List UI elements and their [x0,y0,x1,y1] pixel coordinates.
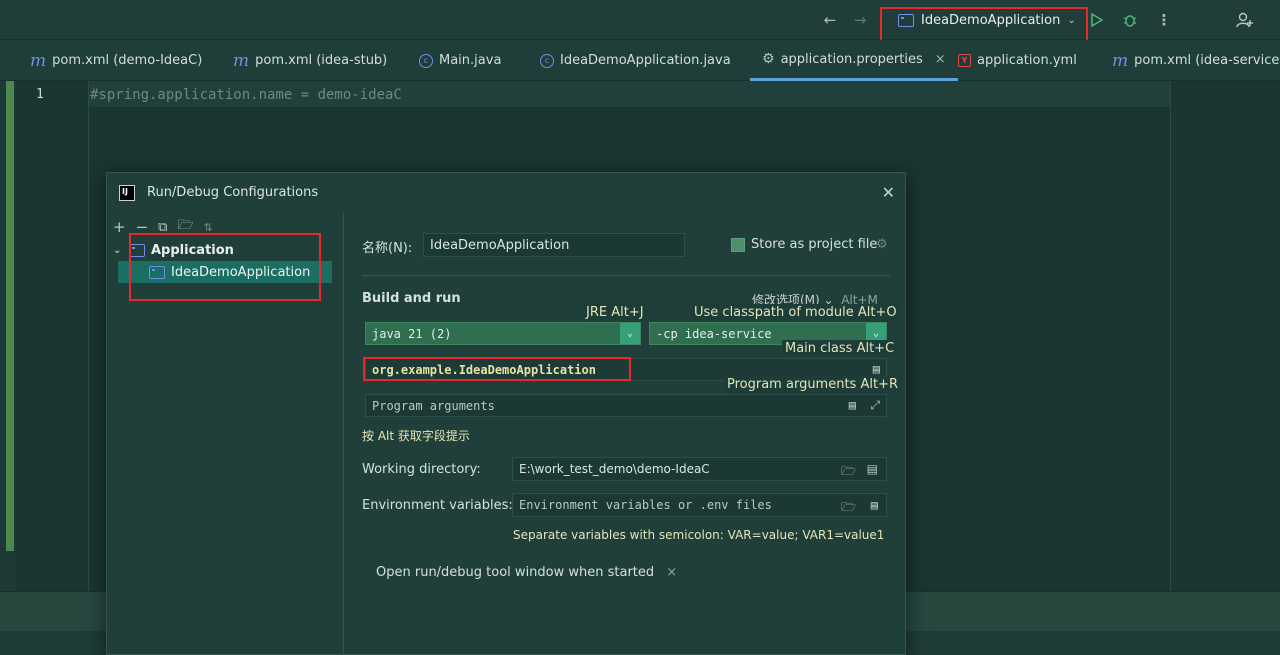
tab-pom-idea-service[interactable]: m pom.xml (idea-service) [1112,40,1280,81]
right-margin-guide [1170,81,1171,591]
java-class-icon: c [540,53,554,68]
working-dir-value: E:\work_test_demo\demo-IdeaC [519,462,710,476]
highlight-main-class [363,357,631,381]
close-icon[interactable]: ✕ [882,183,895,202]
classpath-hint: Use classpath of module Alt+O [691,304,900,321]
name-field[interactable]: IdeaDemoApplication [423,233,685,257]
config-detail-pane: 名称(N): IdeaDemoApplication Store as proj… [345,213,905,654]
jre-hint: JRE Alt+J [583,304,647,321]
maven-icon: m [233,50,250,71]
tab-pom-idea-stub[interactable]: m pom.xml (idea-stub) [233,40,387,81]
classpath-value: -cp idea-service [656,326,772,341]
name-label: 名称(N): [362,241,413,256]
main-toolbar: ← → IdeaDemoApplication ⌄ ⋮ [0,0,1280,40]
chevron-down-icon[interactable]: ⌄ [620,323,640,344]
sort-icon[interactable]: ⇅ [204,221,213,234]
jre-select[interactable]: java 21 (2) ⌄ [365,322,641,345]
line-number: 1 [36,87,44,102]
change-marker [6,81,14,551]
store-as-project-checkbox[interactable] [731,238,745,252]
add-icon[interactable]: + [113,218,126,236]
tab-label: IdeaDemoApplication.java [560,53,731,68]
document-icon[interactable]: ▤ [849,398,856,412]
alt-hint-text: 按 Alt 获取字段提示 [362,429,470,443]
tab-label: Main.java [439,53,502,68]
run-debug-configurations-dialog: IJ Run/Debug Configurations ✕ + − ⧉ 🗁 ⇅ … [106,172,906,655]
tab-application-properties[interactable]: ⚙ application.properties × [750,40,958,81]
close-icon[interactable]: × [666,565,677,580]
store-as-project-label: Store as project file [751,237,878,252]
more-vertical-icon[interactable]: ⋮ [1156,8,1172,32]
document-icon[interactable]: ▤ [867,462,878,476]
folder-icon[interactable]: 🗁 [841,462,856,483]
intellij-logo-icon: IJ [119,185,135,201]
open-tool-window-option: Open run/debug tool window when started … [376,565,678,580]
forward-arrow-icon[interactable]: → [850,8,870,32]
program-args-placeholder: Program arguments [372,398,495,413]
tab-label: pom.xml (idea-stub) [255,53,388,68]
maven-icon: m [30,50,47,71]
java-class-icon: c [419,53,433,68]
back-arrow-icon[interactable]: ← [820,8,840,32]
working-dir-label: Working directory: [362,462,481,477]
jre-value: java 21 (2) [372,326,452,341]
dialog-title: Run/Debug Configurations [147,185,319,200]
ide-window: ← → IdeaDemoApplication ⌄ ⋮ m pom.xml (d… [0,0,1280,655]
tab-label: pom.xml (demo-IdeaC) [52,53,203,68]
tab-label: application.properties [780,51,923,67]
build-and-run-heading: Build and run [362,291,461,306]
yaml-icon: Y [958,54,971,67]
name-value: IdeaDemoApplication [430,237,570,253]
close-icon[interactable]: × [935,52,946,67]
config-tree-pane: + − ⧉ 🗁 ⇅ ⌄ Application IdeaDemoApplicat… [107,213,344,654]
env-vars-field[interactable]: Environment variables or .env files 🗁 ▤ [512,493,887,517]
tab-application-yml[interactable]: Y application.yml [958,40,1077,81]
program-args-hint: Program arguments Alt+R [724,376,901,393]
folder-icon[interactable]: 🗁 [841,498,856,519]
program-args-field[interactable]: Program arguments ▤ ⤢ [365,394,887,417]
chevron-down-icon[interactable]: ⌄ [113,245,123,256]
working-dir-field[interactable]: E:\work_test_demo\demo-IdeaC 🗁 ▤ [512,457,887,481]
browse-icon[interactable]: ▤ [873,362,880,376]
gear-icon[interactable]: ⚙ [876,237,888,252]
tab-main-java[interactable]: c Main.java [419,40,501,81]
tab-pom-demo-ideac[interactable]: m pom.xml (demo-IdeaC) [30,40,202,81]
gear-icon: ⚙ [762,51,775,67]
debug-icon[interactable] [1120,8,1140,32]
document-icon[interactable]: ▤ [871,498,878,512]
env-vars-label: Environment variables: [362,498,513,513]
tab-label: application.yml [977,53,1077,68]
separator [362,275,890,276]
run-icon[interactable] [1088,8,1106,32]
gutter-separator [88,81,89,591]
highlight-tree [129,233,321,301]
dialog-title-bar: IJ Run/Debug Configurations ✕ [107,173,905,213]
main-class-hint: Main class Alt+C [782,340,898,357]
add-user-icon[interactable] [1234,8,1256,32]
env-vars-placeholder: Environment variables or .env files [519,498,772,512]
editor-tab-bar: m pom.xml (demo-IdeaC) m pom.xml (idea-s… [0,40,1280,81]
tab-ideademoapplication-java[interactable]: c IdeaDemoApplication.java [540,40,731,81]
code-line[interactable]: #spring.application.name = demo-ideaC [90,87,402,103]
expand-icon[interactable]: ⤢ [870,398,880,413]
maven-icon: m [1112,50,1129,71]
left-gutter-strip [0,81,16,591]
tab-label: pom.xml (idea-service) [1134,53,1280,68]
env-vars-hint: Separate variables with semicolon: VAR=v… [513,528,885,542]
